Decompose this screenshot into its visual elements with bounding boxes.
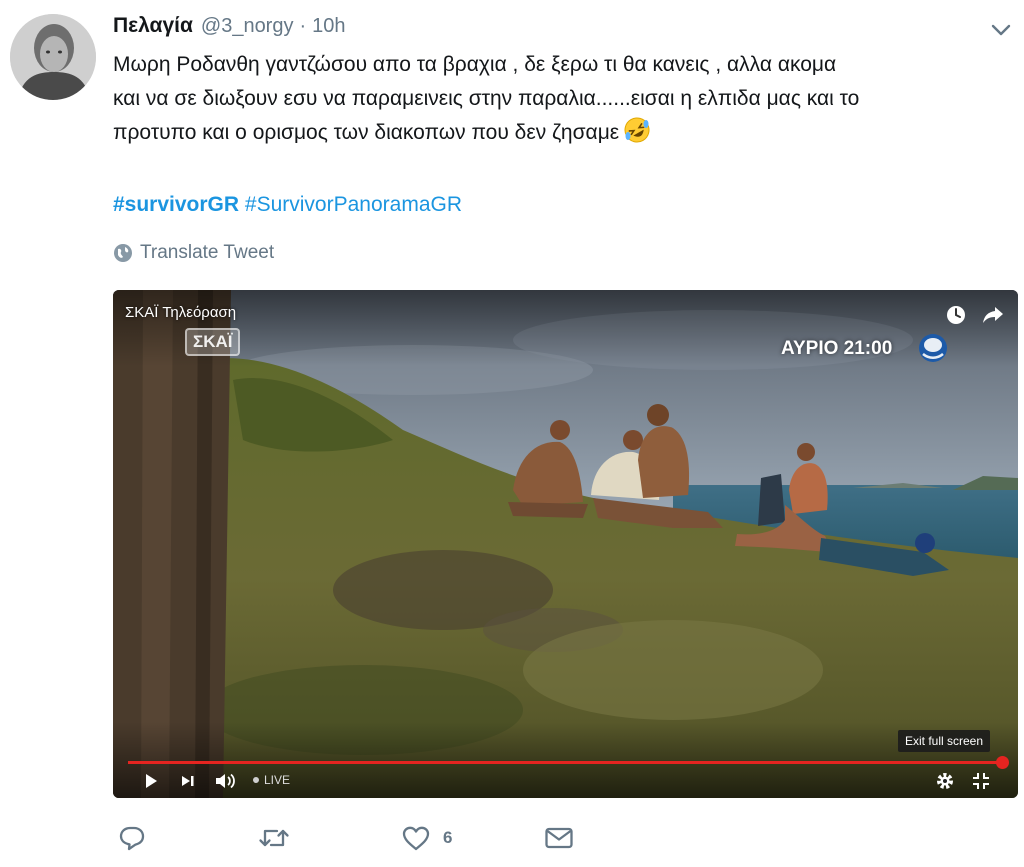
live-label: LIVE	[264, 773, 291, 787]
display-name[interactable]: Πελαγία	[113, 14, 193, 38]
user-handle[interactable]: @3_norgy	[201, 15, 294, 38]
reply-icon	[119, 826, 145, 851]
translate-tweet-button[interactable]: Translate Tweet	[113, 242, 274, 264]
direct-message-button[interactable]	[543, 822, 575, 854]
video-channel-title[interactable]: ΣΚΑΪ Τηλεόραση	[125, 304, 236, 321]
heart-icon	[402, 826, 430, 851]
live-dot	[253, 777, 259, 783]
retweet-icon	[259, 829, 289, 847]
tweet-text-segment: προτυπο και ο ορισμος των διακοπων που δ…	[113, 121, 620, 144]
tweet-text: Μωρη Ροδανθη γαντζώσου απο τα βραχια , δ…	[113, 48, 1013, 155]
globe-icon	[114, 244, 132, 262]
separator: ·	[299, 15, 307, 37]
hashtag-link[interactable]: #survivorGR	[113, 193, 239, 216]
retweet-button[interactable]	[257, 822, 291, 854]
play-icon[interactable]	[143, 771, 159, 791]
video-frame	[113, 290, 1018, 798]
video-progress-fill	[128, 756, 1009, 769]
hashtags: #survivorGR #SurvivorPanoramaGR	[113, 190, 462, 220]
gear-icon[interactable]	[935, 771, 955, 791]
tweet-text-line: προτυπο και ο ορισμος των διακοπων που δ…	[113, 116, 1013, 155]
tweet: Πελαγία @3_norgy · 10h Μωρη Ροδανθη γαντ…	[0, 0, 1024, 867]
avatar[interactable]	[10, 14, 96, 100]
exit-fullscreen-tooltip: Exit full screen	[898, 730, 991, 752]
hashtag-link[interactable]: #SurvivorPanoramaGR	[245, 193, 462, 216]
direct-message-icon	[545, 827, 573, 849]
promo-text: ΑΥΡΙΟ 21:00	[781, 338, 893, 359]
reply-button[interactable]	[117, 822, 147, 854]
tweet-text-line: και να σε διωξουν εσυ να παραμεινεις στη…	[113, 87, 860, 110]
volume-icon[interactable]	[213, 771, 239, 791]
clock-icon[interactable]	[945, 304, 967, 326]
next-icon[interactable]	[179, 771, 197, 791]
like-count: 6	[443, 828, 453, 847]
translate-label: Translate Tweet	[140, 242, 275, 263]
video-player[interactable]: ΣΚΑΪ Τηλεόραση ΣΚΑΪ ΑΥΡΙΟ 21:00 Exit ful…	[113, 290, 1018, 798]
progress-scrubber[interactable]	[996, 756, 1009, 769]
timestamp[interactable]: 10h	[312, 15, 345, 38]
exit-fullscreen-icon[interactable]	[971, 771, 991, 791]
tweet-text-line: Μωρη Ροδανθη γαντζώσου απο τα βραχια , δ…	[113, 53, 837, 76]
video-progress-bar[interactable]	[128, 756, 1009, 769]
channel-logo: ΣΚΑΪ	[185, 328, 241, 356]
chevron-down-icon[interactable]	[988, 20, 1014, 40]
share-icon[interactable]	[981, 304, 1005, 326]
channel-emblem-icon	[917, 332, 949, 364]
rolling-laughing-emoji-icon	[623, 116, 651, 155]
like-button[interactable]: 6	[401, 822, 452, 854]
tweet-actions: 6	[113, 822, 1013, 854]
live-indicator[interactable]: LIVE	[253, 773, 290, 787]
tweet-header: Πελαγία @3_norgy · 10h	[113, 14, 346, 44]
